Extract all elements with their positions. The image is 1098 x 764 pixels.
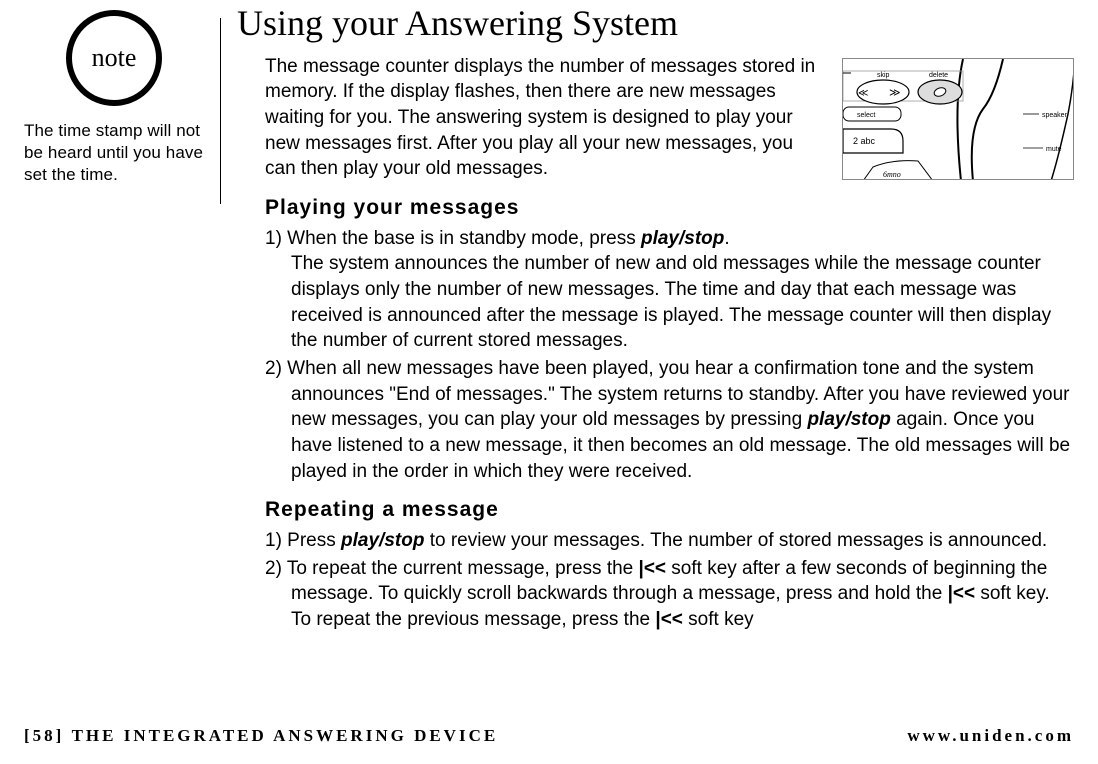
page-title: Using your Answering System (237, 4, 1074, 44)
svg-text:≪: ≪ (858, 88, 868, 99)
page-number: [58] (24, 726, 64, 745)
mute-label: mute (1046, 146, 1062, 153)
rewind-key: |<< (655, 609, 683, 630)
speaker-label: speaker (1042, 112, 1068, 119)
page-footer: [58] THE INTEGRATED ANSWERING DEVICE www… (0, 726, 1098, 746)
play-stop-key: play/stop (341, 530, 424, 551)
playing-step-1: 1) When the base is in standby mode, pre… (265, 226, 1074, 354)
select-label: select (857, 112, 875, 119)
note-badge: note (66, 10, 162, 106)
repeating-step-1: 1) Press play/stop to review your messag… (265, 528, 1074, 554)
key-2abc: 2 abc (853, 136, 876, 146)
play-stop-key: play/stop (807, 409, 890, 430)
repeating-step-2: 2) To repeat the current message, press … (265, 556, 1074, 633)
svg-text:6mno: 6mno (883, 170, 901, 179)
footer-url: www.uniden.com (907, 726, 1074, 746)
vertical-divider (220, 18, 221, 204)
note-badge-label: note (92, 43, 137, 73)
rewind-key: |<< (639, 558, 667, 579)
sidebar-note-text: The time stamp will not be heard until y… (24, 120, 220, 186)
main-content: Using your Answering System The message … (237, 8, 1098, 635)
heading-playing: Playing your messages (265, 196, 1074, 220)
playing-step-2: 2) When all new messages have been playe… (265, 356, 1074, 484)
rewind-key: |<< (948, 583, 976, 604)
heading-repeating: Repeating a message (265, 498, 1074, 522)
play-stop-key: play/stop (641, 228, 724, 249)
svg-text:≫: ≫ (889, 87, 901, 99)
footer-left: [58] THE INTEGRATED ANSWERING DEVICE (24, 726, 498, 746)
section-name: THE INTEGRATED ANSWERING DEVICE (72, 726, 499, 745)
device-illustration: ≪ ≫ skip delete select 2 abc (842, 58, 1074, 180)
skip-label: skip (877, 72, 890, 79)
intro-paragraph: The message counter displays the number … (265, 54, 822, 182)
sidebar: note The time stamp will not be heard un… (0, 8, 220, 635)
delete-label: delete (929, 72, 948, 79)
